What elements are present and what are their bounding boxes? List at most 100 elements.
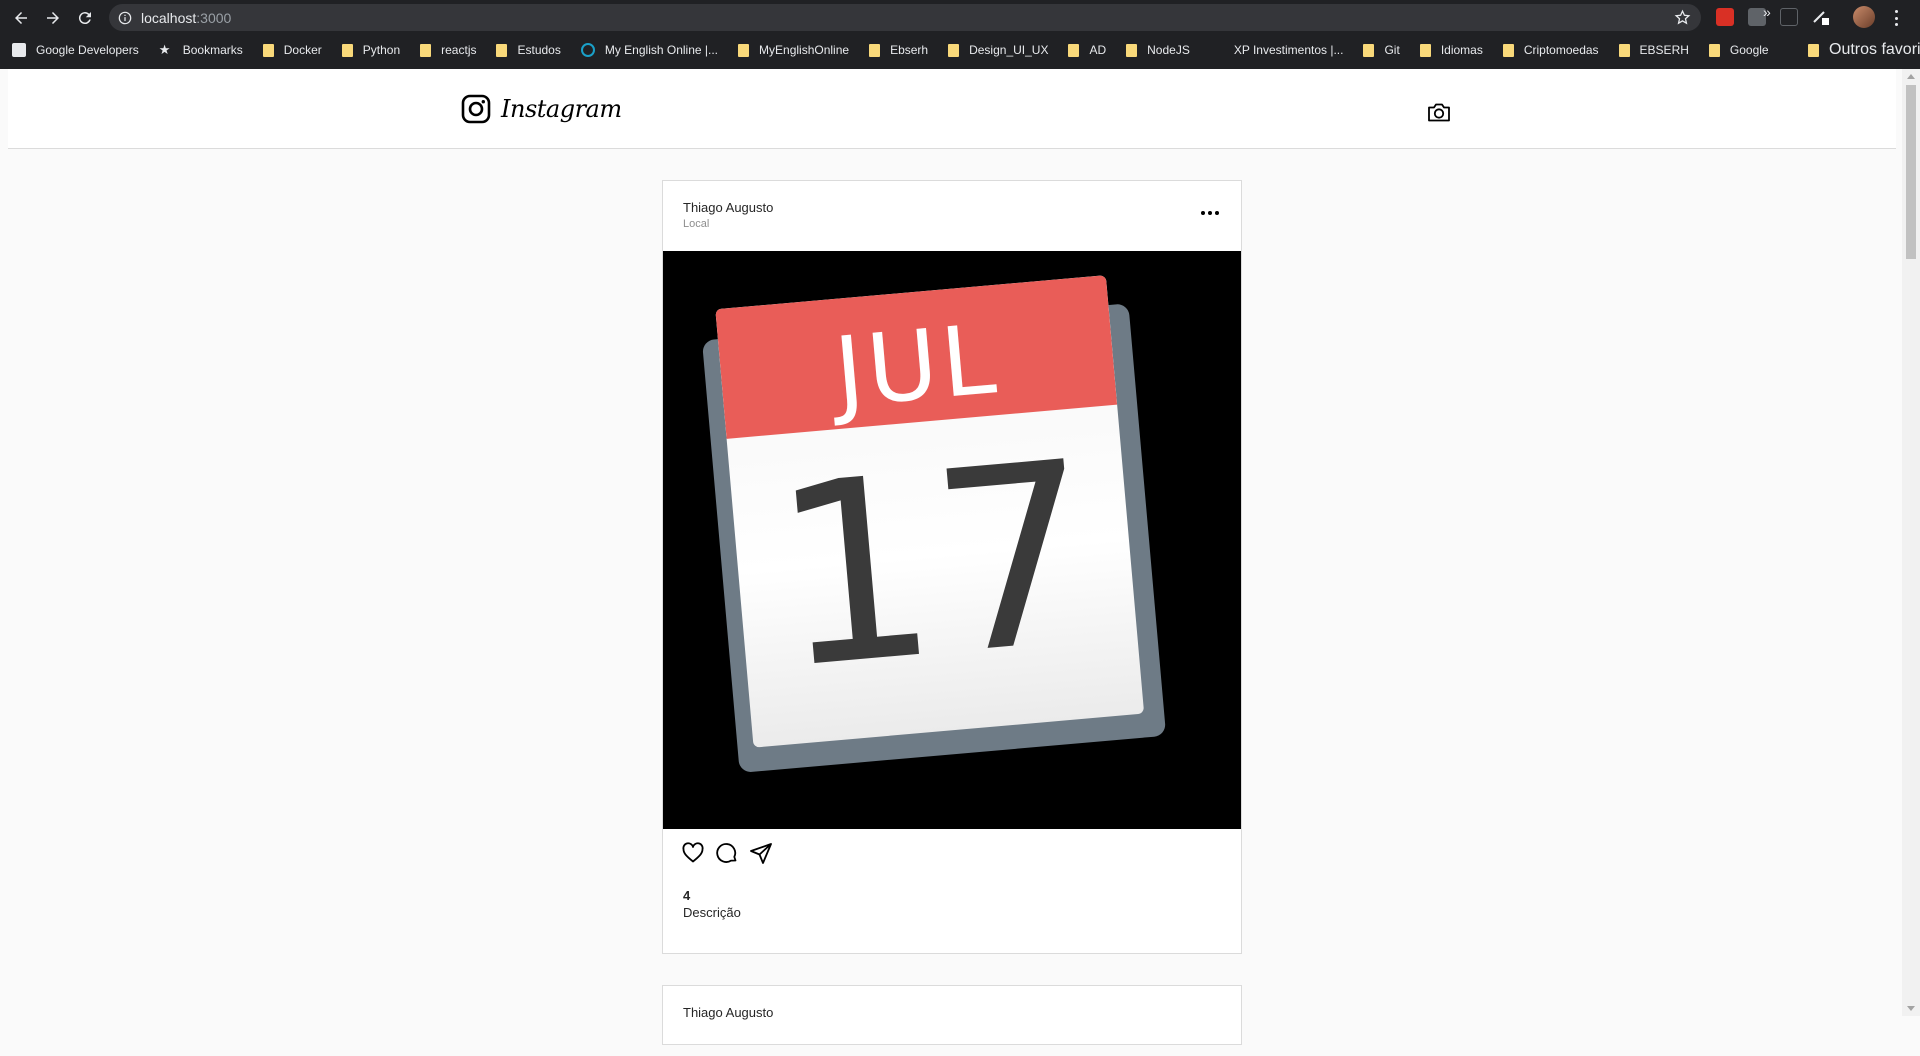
folder-icon: [738, 43, 750, 57]
bookmark-item[interactable]: Design_UI_UX: [936, 38, 1056, 62]
bookmark-item[interactable]: MyEnglishOnline: [726, 38, 857, 62]
folder-icon: [262, 43, 274, 57]
bookmark-label: Git: [1384, 43, 1400, 57]
post-header: Thiago Augusto: [663, 986, 1241, 1056]
bookmark-item[interactable]: Ebserh: [857, 38, 936, 62]
folder-icon: [1808, 43, 1819, 57]
bookmark-label: Bookmarks: [182, 43, 243, 57]
folder-icon: [341, 43, 353, 57]
app-header: Instagram: [8, 69, 1896, 149]
profile-avatar[interactable]: [1853, 6, 1875, 28]
bookmark-label: Python: [362, 43, 401, 57]
bookmarks-bar: Google Developers ★ Bookmarks Docker Python r…: [0, 36, 1920, 64]
scroll-down-arrow-icon[interactable]: [1907, 1006, 1915, 1011]
instagram-logo[interactable]: Instagram: [461, 94, 622, 124]
bookmark-label: Design_UI_UX: [969, 43, 1049, 57]
bookmark-label: NodeJS: [1147, 43, 1190, 57]
post-actions: [681, 841, 773, 865]
browser-chrome: localhost:3000 Google Developers ★ Bookmar…: [0, 0, 1920, 69]
xp-icon: [1209, 43, 1224, 57]
bookmark-item[interactable]: Google Developers: [0, 38, 147, 62]
scroll-up-arrow-icon[interactable]: [1907, 74, 1915, 79]
myenglish-icon: [580, 43, 595, 57]
bookmark-label: Estudos: [517, 43, 561, 57]
post-image[interactable]: JUL 17: [663, 251, 1241, 829]
calendar-image: JUL 17: [685, 272, 1184, 780]
more-options-icon[interactable]: [1197, 207, 1223, 219]
bookmark-label: AD: [1089, 43, 1107, 57]
bookmark-label: EBSERH: [1639, 43, 1689, 57]
bookmark-item[interactable]: My English Online |...: [569, 38, 726, 62]
logo-wordmark: Instagram: [501, 95, 622, 123]
url-text: localhost:3000: [141, 10, 231, 26]
post-author[interactable]: Thiago Augusto: [683, 1005, 773, 1020]
folder-icon: [496, 43, 508, 57]
folder-icon: [1126, 43, 1138, 57]
bookmark-item[interactable]: EBSERH: [1607, 38, 1697, 62]
other-bookmarks-folder[interactable]: Outros favoritos: [1796, 38, 1920, 62]
folder-icon: [1068, 43, 1080, 57]
back-button[interactable]: [8, 5, 34, 31]
heart-icon[interactable]: [681, 841, 705, 865]
bookmark-label: Google Developers: [36, 43, 139, 57]
feed-post: Thiago Augusto Local JUL 17 4 Descrição: [662, 180, 1242, 954]
bookmark-item[interactable]: reactjs: [408, 38, 484, 62]
bookmark-item[interactable]: Idiomas: [1408, 38, 1491, 62]
url-port: :3000: [196, 9, 232, 26]
folder-icon: [1419, 43, 1431, 57]
browser-toolbar: localhost:3000: [0, 0, 1920, 35]
bookmark-label: reactjs: [441, 43, 477, 57]
bookmark-label: Ebserh: [890, 43, 929, 57]
bookmark-star-icon[interactable]: [1674, 9, 1691, 26]
bookmark-item[interactable]: NodeJS: [1114, 38, 1198, 62]
bookmark-label: Docker: [283, 43, 322, 57]
comment-icon[interactable]: [715, 841, 739, 865]
bookmarks-overflow-button[interactable]: »: [1763, 4, 1771, 20]
bookmark-item[interactable]: Docker: [251, 38, 330, 62]
bookmark-item[interactable]: Python: [330, 38, 408, 62]
bookmark-item[interactable]: Google: [1697, 38, 1777, 62]
bookmark-label: XP Investimentos |...: [1233, 43, 1344, 57]
folder-icon: [948, 43, 960, 57]
folder-icon: [1708, 43, 1720, 57]
address-bar[interactable]: localhost:3000: [109, 4, 1701, 31]
arrow-left-icon: [15, 12, 27, 24]
post-header: Thiago Augusto Local: [663, 181, 1241, 251]
instagram-glyph-icon: [461, 94, 491, 124]
post-description: Descrição: [683, 905, 741, 920]
bookmark-item[interactable]: Criptomoedas: [1491, 38, 1607, 62]
bookmark-label: Google: [1729, 43, 1769, 57]
camera-icon[interactable]: [1426, 99, 1452, 125]
reload-button[interactable]: [72, 5, 98, 31]
url-host: localhost: [141, 9, 197, 26]
share-icon[interactable]: [749, 841, 773, 865]
bookmark-item[interactable]: Git: [1351, 38, 1407, 62]
calendar-sheet: JUL 17: [715, 275, 1145, 748]
folder-icon: [1502, 43, 1514, 57]
extension-red-icon[interactable]: [1716, 8, 1734, 26]
site-info-icon[interactable]: [117, 10, 133, 26]
bookmark-label: MyEnglishOnline: [759, 43, 850, 57]
page: Instagram Thiago Augusto Local JUL 17 4 …: [0, 69, 1920, 1045]
bookmark-label: Idiomas: [1440, 43, 1483, 57]
page-scrollbar[interactable]: [1902, 69, 1920, 1016]
bookmark-label: Criptomoedas: [1523, 43, 1599, 57]
scrollbar-thumb[interactable]: [1906, 85, 1916, 259]
bookmark-item[interactable]: ★ Bookmarks: [147, 38, 251, 62]
bookmark-item[interactable]: XP Investimentos |...: [1198, 38, 1352, 62]
extension-puzzle-icon[interactable]: [1812, 8, 1830, 26]
folder-icon: [420, 43, 432, 57]
calendar-day: 17: [763, 406, 1106, 725]
likes-count: 4: [683, 888, 691, 903]
post-location: Local: [683, 218, 710, 230]
post-author[interactable]: Thiago Augusto: [683, 200, 773, 215]
bookmark-item[interactable]: AD: [1056, 38, 1114, 62]
forward-button[interactable]: [40, 5, 66, 31]
arrow-right-icon: [47, 12, 59, 24]
folder-icon: [1618, 43, 1630, 57]
bookmark-label: My English Online |...: [604, 43, 719, 57]
folder-icon: [1363, 43, 1375, 57]
bookmark-item[interactable]: Estudos: [484, 38, 568, 62]
extension-dark-icon[interactable]: [1780, 8, 1798, 26]
browser-menu-icon[interactable]: [1888, 8, 1904, 28]
